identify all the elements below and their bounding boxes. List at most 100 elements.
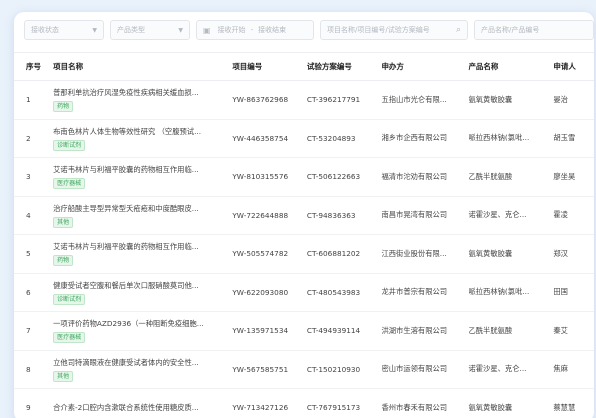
project-name-cell: 一项评价药物AZD2936（一种阻断免疫细胞... 医疗器械 <box>47 311 227 351</box>
project-search-placeholder: 项目名称/项目编号/试验方案编号 <box>327 26 430 34</box>
product-name: 氨氧黄敏胶囊 <box>462 388 548 418</box>
table-row[interactable]: 3 艾诺韦林片与利福平胶囊的药物相互作用临... 医疗器械 YW-8103155… <box>14 157 594 197</box>
table-header-row: 序号 项目名称 项目编号 试验方案编号 申办方 产品名称 申请人 <box>14 52 594 81</box>
project-name-cell: 普那利单抗治疗风湿免疫性疾病相关缓血损... 药物 <box>47 80 227 120</box>
product-search-placeholder: 产品名称/产品编号 <box>481 26 540 34</box>
project-name-link[interactable]: 健康受试者空腹和餐后单次口服硝酸莫司他... <box>53 280 220 291</box>
category-tag: 诊断试剂 <box>53 139 86 151</box>
table-row[interactable]: 8 立他司特滴眼液在健康受试者体内的安全性... 其他 YW-567585751… <box>14 350 594 389</box>
product-name: 乙酰半胱氨酸 <box>462 157 548 197</box>
scheme-code: CT-396217791 <box>300 80 376 120</box>
calendar-icon: ▣ <box>203 25 211 35</box>
table-row[interactable]: 2 布南色林片人体生物等效性研究 （空腹预试... 诊断试剂 YW-446358… <box>14 119 594 158</box>
category-tag: 药物 <box>53 255 74 267</box>
applicant: 香州市春禾有限公司 <box>375 388 463 418</box>
row-index: 4 <box>14 196 48 235</box>
chevron-down-icon: ▼ <box>92 26 97 34</box>
row-index: 3 <box>14 157 48 197</box>
row-index: 6 <box>14 273 48 312</box>
product-name: 氨氧黄敏胶囊 <box>462 234 548 274</box>
project-list-card: 接收状态 ▼ 产品类型 ▼ ▣ 接收开始 - 接收结束 项目名称/项目编号/试验… <box>14 12 594 418</box>
requester: 胡玉雪 <box>547 119 594 158</box>
project-name-link[interactable]: 布南色林片人体生物等效性研究 （空腹预试... <box>53 126 220 137</box>
project-name-link[interactable]: 普那利单抗治疗风湿免疫性疾病相关缓血损... <box>53 87 220 98</box>
scheme-code: CT-767915173 <box>300 388 376 418</box>
applicant: 五指山市光仑有限... <box>375 80 463 120</box>
table-row[interactable]: 9 合介素-2口腔内含漱联合系统性使用糖皮质... YW-713427126 C… <box>14 388 594 418</box>
product-name: 哌拉西林钠(氯吡... <box>462 273 548 312</box>
col-header-applicant: 申办方 <box>375 52 463 81</box>
row-index: 2 <box>14 119 48 158</box>
col-header-project-name: 项目名称 <box>47 52 227 81</box>
row-index: 7 <box>14 311 48 351</box>
table-row[interactable]: 4 治疗船酸主导型异常型夭疮疮和中度酷眼皮... 其他 YW-722644888… <box>14 196 594 235</box>
applicant: 龙井市普宗有限公司 <box>375 273 463 312</box>
status-select[interactable]: 接收状态 ▼ <box>24 20 104 40</box>
project-code: YW-567585751 <box>226 350 301 389</box>
requester: 焦麻 <box>547 350 594 389</box>
project-code: YW-505574782 <box>226 234 301 274</box>
project-name-cell: 艾诺韦林片与利福平胶囊的药物相互作用临... 药物 <box>47 234 227 274</box>
product-search-input[interactable]: 产品名称/产品编号 <box>474 20 594 40</box>
col-header-requester: 申请人 <box>547 52 594 81</box>
product-name: 诺霍沙星、克仑... <box>462 196 548 235</box>
category-tag: 医疗器械 <box>53 332 86 344</box>
project-code: YW-446358754 <box>226 119 301 158</box>
project-name-link[interactable]: 艾诺韦林片与利福平胶囊的药物相互作用临... <box>53 164 220 175</box>
row-index: 9 <box>14 388 48 418</box>
table-row[interactable]: 5 艾诺韦林片与利福平胶囊的药物相互作用临... 药物 YW-505574782… <box>14 234 594 274</box>
applicant: 洪湖市生溶有限公司 <box>375 311 463 351</box>
applicant: 密山市运领有限公司 <box>375 350 463 389</box>
product-type-select-placeholder: 产品类型 <box>117 26 145 34</box>
status-select-placeholder: 接收状态 <box>31 26 59 34</box>
category-tag: 其他 <box>53 370 74 382</box>
project-name-link[interactable]: 立他司特滴眼液在健康受试者体内的安全性... <box>53 357 220 368</box>
category-tag: 药物 <box>53 101 74 113</box>
chevron-down-icon: ▼ <box>178 26 183 34</box>
applicant: 福清市沱劝有限公司 <box>375 157 463 197</box>
requester: 廖坐昊 <box>547 157 594 197</box>
date-end-placeholder: 接收结束 <box>258 26 287 34</box>
scheme-code: CT-480543983 <box>300 273 376 312</box>
project-name-cell: 合介素-2口腔内含漱联合系统性使用糖皮质... <box>47 388 227 418</box>
product-name: 氨氧黄敏胶囊 <box>462 80 548 120</box>
project-name-cell: 布南色林片人体生物等效性研究 （空腹预试... 诊断试剂 <box>47 119 227 158</box>
product-type-select[interactable]: 产品类型 ▼ <box>110 20 190 40</box>
project-name-link[interactable]: 艾诺韦林片与利福平胶囊的药物相互作用临... <box>53 241 220 252</box>
project-name-link[interactable]: 一项评价药物AZD2936（一种阻断免疫细胞... <box>53 318 220 329</box>
row-index: 8 <box>14 350 48 389</box>
product-name: 哌拉西林钠(氯吡... <box>462 119 548 158</box>
table-row[interactable]: 1 普那利单抗治疗风湿免疫性疾病相关缓血损... 药物 YW-863762968… <box>14 80 594 120</box>
applicant: 南昌市晃湾有限公司 <box>375 196 463 235</box>
product-name: 乙酰半胱氨酸 <box>462 311 548 351</box>
requester: 郑汉 <box>547 234 594 274</box>
project-code: YW-622093080 <box>226 273 301 312</box>
date-start-placeholder: 接收开始 <box>217 26 246 34</box>
scheme-code: CT-494939114 <box>300 311 376 351</box>
project-name-link[interactable]: 治疗船酸主导型异常型夭疮疮和中度酷眼皮... <box>53 203 220 214</box>
table-row[interactable]: 6 健康受试者空腹和餐后单次口服硝酸莫司他... 诊断试剂 YW-6220930… <box>14 273 594 312</box>
scheme-code: CT-53204893 <box>300 119 376 158</box>
date-range-picker[interactable]: ▣ 接收开始 - 接收结束 <box>196 20 314 40</box>
search-icon[interactable]: ⌕ <box>456 25 461 35</box>
scheme-code: CT-506122663 <box>300 157 376 197</box>
date-range-separator: - <box>250 26 254 34</box>
requester: 蔡慧慧 <box>547 388 594 418</box>
col-header-project-code: 项目编号 <box>226 52 301 81</box>
project-code: YW-863762968 <box>226 80 301 120</box>
category-tag: 诊断试剂 <box>53 293 86 305</box>
applicant: 江西街业股份有限... <box>375 234 463 274</box>
project-code: YW-722644888 <box>226 196 301 235</box>
table-row[interactable]: 7 一项评价药物AZD2936（一种阻断免疫细胞... 医疗器械 YW-1359… <box>14 311 594 351</box>
row-index: 1 <box>14 80 48 120</box>
project-code: YW-713427126 <box>226 388 301 418</box>
project-name-link[interactable]: 合介素-2口腔内含漱联合系统性使用糖皮质... <box>53 402 220 413</box>
project-name-cell: 立他司特滴眼液在健康受试者体内的安全性... 其他 <box>47 350 227 389</box>
project-name-cell: 治疗船酸主导型异常型夭疮疮和中度酷眼皮... 其他 <box>47 196 227 235</box>
project-code: YW-135971534 <box>226 311 301 351</box>
applicant: 湘乡市企西有限公司 <box>375 119 463 158</box>
col-header-index: 序号 <box>14 52 48 81</box>
project-search-input[interactable]: 项目名称/项目编号/试验方案编号 ⌕ <box>320 20 468 40</box>
scheme-code: CT-94836363 <box>300 196 376 235</box>
project-table: 序号 项目名称 项目编号 试验方案编号 申办方 产品名称 申请人 1 普那利单抗… <box>14 52 594 418</box>
